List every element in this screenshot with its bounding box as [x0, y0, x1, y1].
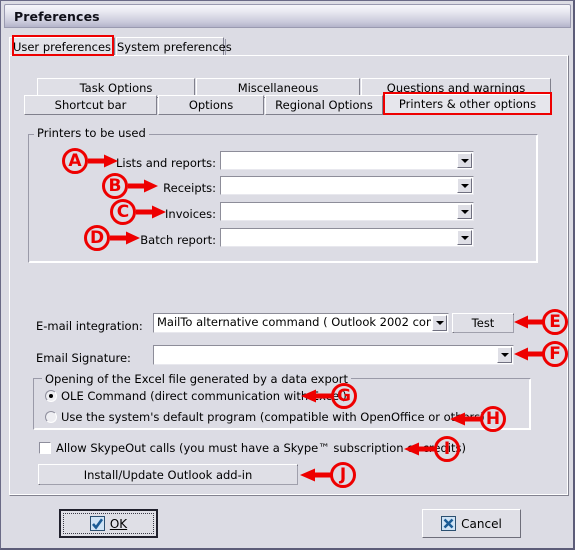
- chevron-down-icon: [435, 321, 444, 325]
- subtab-options-label: Options: [188, 98, 234, 112]
- radio-ole-command[interactable]: OLE Command (direct communication with E…: [45, 389, 347, 403]
- chevron-down-icon: [460, 183, 469, 188]
- excel-open-group-title: Opening of the Excel file generated by a…: [42, 372, 352, 386]
- subtab-shortcut-bar-label: Shortcut bar: [54, 98, 127, 112]
- lists-and-reports-label: Lists and reports:: [115, 156, 216, 170]
- email-signature-value: [154, 346, 496, 364]
- ok-button[interactable]: OK: [59, 509, 158, 538]
- email-integration-label: E-mail integration:: [36, 319, 143, 333]
- tab-system-preferences-label: System preferences: [117, 40, 232, 54]
- batch-report-combo[interactable]: [220, 228, 474, 247]
- batch-report-dropdown-button[interactable]: [457, 230, 472, 245]
- window-titlebar: Preferences: [4, 4, 571, 28]
- subtab-task-options-label: Task Options: [79, 81, 153, 95]
- lists-and-reports-combo[interactable]: [220, 151, 474, 170]
- radio-unselected-icon: [45, 411, 57, 423]
- email-integration-value: MailTo alternative command ( Outlook 200…: [154, 314, 431, 332]
- subtab-options[interactable]: Options: [158, 95, 264, 115]
- chevron-down-icon: [500, 353, 509, 357]
- batch-report-label: Batch report:: [140, 233, 216, 247]
- receipts-label: Receipts:: [163, 181, 216, 195]
- checkbox-allow-skypeout-label: Allow SkypeOut calls (you must have a Sk…: [56, 441, 466, 455]
- email-integration-combo[interactable]: MailTo alternative command ( Outlook 200…: [153, 313, 449, 333]
- email-signature-combo[interactable]: [153, 345, 514, 365]
- preferences-window: Preferences User preferences System pref…: [0, 0, 575, 550]
- email-integration-dropdown-button[interactable]: [432, 315, 447, 331]
- receipts-dropdown-button[interactable]: [457, 178, 472, 193]
- subtab-printers-and-other-options-label: Printers & other options: [398, 97, 537, 111]
- chevron-down-icon: [460, 158, 469, 163]
- subtab-questions-and-warnings-label: Questions and warnings: [386, 81, 526, 95]
- tab-strip-divider: [225, 39, 226, 56]
- batch-report-value: [221, 229, 456, 246]
- install-update-outlook-addin-button[interactable]: Install/Update Outlook add-in: [38, 464, 298, 485]
- test-email-button-label: Test: [471, 316, 495, 330]
- email-signature-dropdown-button[interactable]: [497, 347, 512, 363]
- tab-user-preferences-label: User preferences: [12, 40, 112, 54]
- radio-system-default-program[interactable]: Use the system's default program (compat…: [45, 410, 485, 424]
- screenshot-root: Preferences User preferences System pref…: [0, 0, 575, 550]
- subtab-printers-and-other-options[interactable]: Printers & other options: [384, 94, 551, 115]
- invoices-value: [221, 203, 456, 220]
- email-signature-label: Email Signature:: [36, 351, 131, 365]
- printers-group-title: Printers to be used: [34, 126, 149, 140]
- radio-system-default-program-label: Use the system's default program (compat…: [61, 410, 485, 424]
- receipts-value: [221, 177, 456, 194]
- tab-system-preferences[interactable]: System preferences: [116, 37, 232, 56]
- receipts-combo[interactable]: [220, 176, 474, 195]
- x-mark-icon: [441, 516, 457, 531]
- cancel-button[interactable]: Cancel: [422, 509, 521, 538]
- subtab-regional-options-label: Regional Options: [275, 98, 373, 112]
- test-email-button[interactable]: Test: [452, 313, 514, 333]
- lists-and-reports-dropdown-button[interactable]: [457, 153, 472, 168]
- tab-user-preferences[interactable]: User preferences: [9, 37, 115, 56]
- checkbox-unchecked-icon: [39, 442, 51, 454]
- lists-and-reports-value: [221, 152, 456, 169]
- window-title: Preferences: [14, 9, 100, 24]
- chevron-down-icon: [460, 235, 469, 240]
- outer-tab-strip: User preferences System preferences: [9, 37, 569, 56]
- ok-button-label: OK: [109, 516, 128, 531]
- subtab-shortcut-bar[interactable]: Shortcut bar: [24, 95, 157, 115]
- checkbox-allow-skypeout[interactable]: Allow SkypeOut calls (you must have a Sk…: [39, 441, 466, 455]
- checkmark-icon: [89, 516, 105, 531]
- invoices-label: Invoices:: [165, 207, 216, 221]
- install-update-outlook-addin-label: Install/Update Outlook add-in: [83, 467, 253, 482]
- subtab-miscellaneous-label: Miscellaneous: [237, 81, 319, 95]
- invoices-dropdown-button[interactable]: [457, 204, 472, 219]
- subtab-regional-options[interactable]: Regional Options: [265, 95, 383, 115]
- radio-ole-command-label: OLE Command (direct communication with E…: [61, 389, 347, 403]
- cancel-button-label: Cancel: [461, 516, 502, 531]
- chevron-down-icon: [460, 209, 469, 214]
- invoices-combo[interactable]: [220, 202, 474, 221]
- radio-selected-icon: [45, 390, 57, 402]
